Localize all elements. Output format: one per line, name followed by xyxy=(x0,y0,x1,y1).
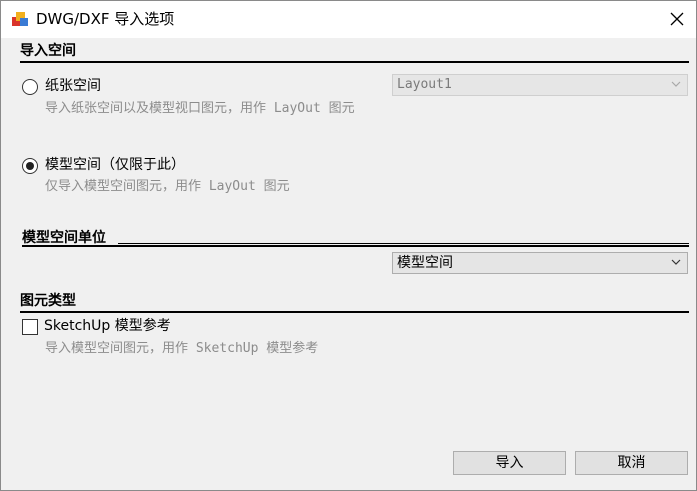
units-divider xyxy=(22,245,689,247)
units-select-value: 模型空间 xyxy=(397,255,453,271)
entity-type-divider xyxy=(20,311,689,313)
radio-selected-dot xyxy=(26,162,34,170)
paper-space-label[interactable]: 纸张空间 xyxy=(45,78,101,94)
dwg-import-icon xyxy=(12,11,29,28)
layout-select[interactable]: Layout1 xyxy=(392,74,688,96)
entity-type-heading: 图元类型 xyxy=(20,293,76,309)
dialog-window: DWG/DXF 导入选项 导入空间 纸张空间 导入纸张空间以及模型视口图元，用作… xyxy=(0,0,697,491)
close-button[interactable] xyxy=(657,1,697,38)
title-bar: DWG/DXF 导入选项 xyxy=(1,1,696,38)
close-icon xyxy=(670,12,684,26)
window-title: DWG/DXF 导入选项 xyxy=(36,10,175,28)
import-button[interactable]: 导入 xyxy=(453,451,566,475)
units-underline xyxy=(118,243,689,244)
model-space-description: 仅导入模型空间图元，用作 LayOut 图元 xyxy=(45,179,290,194)
model-space-radio[interactable] xyxy=(22,158,38,174)
sketchup-reference-checkbox[interactable] xyxy=(22,319,38,335)
units-select[interactable]: 模型空间 xyxy=(392,252,688,274)
units-heading: 模型空间单位 xyxy=(22,230,106,246)
chevron-down-icon xyxy=(671,81,681,87)
paper-space-radio[interactable] xyxy=(22,79,38,95)
sketchup-reference-description: 导入模型空间图元，用作 SketchUp 模型参考 xyxy=(45,341,319,356)
import-space-divider xyxy=(20,61,689,63)
sketchup-reference-label[interactable]: SketchUp 模型参考 xyxy=(44,318,171,334)
chevron-down-icon xyxy=(671,259,681,265)
model-space-label[interactable]: 模型空间（仅限于此） xyxy=(45,157,185,173)
layout-select-value: Layout1 xyxy=(397,77,452,92)
cancel-button[interactable]: 取消 xyxy=(575,451,688,475)
import-space-heading: 导入空间 xyxy=(20,43,76,59)
paper-space-description: 导入纸张空间以及模型视口图元，用作 LayOut 图元 xyxy=(45,101,355,116)
